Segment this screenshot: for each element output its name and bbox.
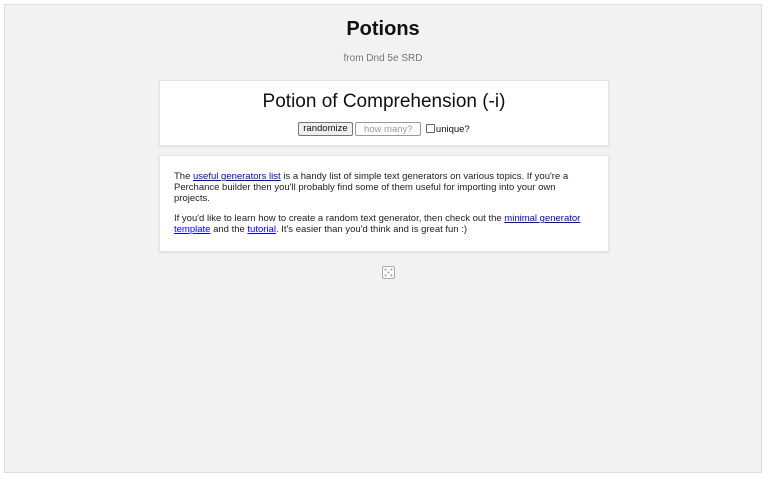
generator-card: Potion of Comprehension (-i) randomize u… [159,80,609,146]
info-text: and the [210,224,248,235]
info-paragraph-2: If you'd like to learn how to create a r… [174,213,594,235]
info-text: The [174,171,194,182]
unique-label: unique? [435,123,470,135]
useful-generators-link[interactable]: useful generators list [193,171,281,182]
info-text: . It's easier than you'd think and is gr… [275,224,468,235]
info-card: The useful generators list is a handy li… [159,155,609,252]
tutorial-link[interactable]: tutorial [247,224,276,235]
how-many-input[interactable] [355,122,422,136]
unique-checkbox[interactable] [425,123,435,133]
generator-controls: randomize unique? [160,122,608,136]
generator-output: Potion of Comprehension (-i) [262,91,506,112]
randomize-button[interactable]: randomize [298,122,353,136]
dice-icon[interactable] [382,266,395,279]
info-paragraph-1: The useful generators list is a handy li… [174,171,594,204]
info-text: If you'd like to learn how to create a r… [174,213,505,224]
page-subtitle: from Dnd 5e SRD [343,53,423,64]
page-title: Potions [346,18,420,40]
page-frame: Potions from Dnd 5e SRD Potion of Compre… [4,4,762,473]
